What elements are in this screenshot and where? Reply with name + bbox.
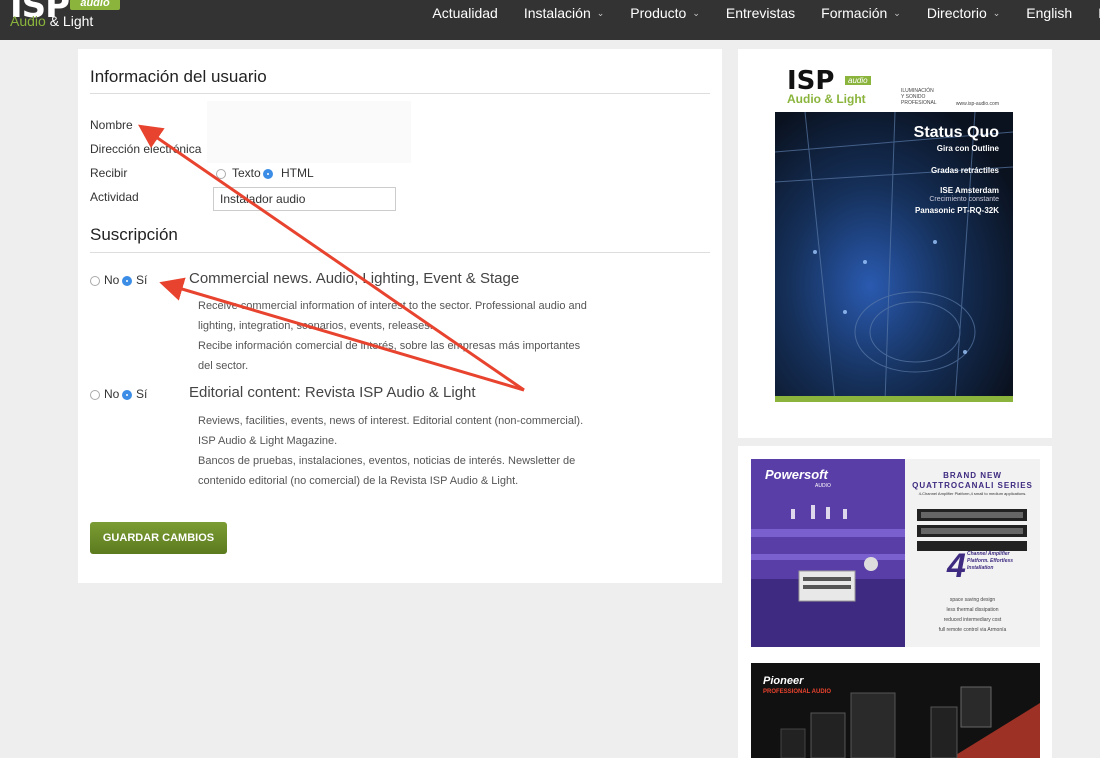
divider bbox=[90, 252, 710, 253]
logo-subtitle: Audio & Light bbox=[10, 13, 94, 29]
commercial-yes-radio[interactable] bbox=[122, 276, 132, 286]
user-info-title: Información del usuario bbox=[90, 67, 267, 86]
format-text-label: Texto bbox=[232, 166, 261, 180]
site-logo[interactable]: ISP audio Audio & Light bbox=[8, 0, 120, 36]
nav-item-entrevistas[interactable]: Entrevistas bbox=[726, 5, 795, 21]
top-navbar: ISP audio Audio & Light Actualidad Instal… bbox=[0, 0, 1100, 40]
name-email-masked-area[interactable] bbox=[207, 101, 411, 163]
format-html-label: HTML bbox=[281, 166, 314, 180]
email-label: Dirección electrónica bbox=[90, 142, 202, 156]
editorial-content-title: Editorial content: Revista ISP Audio & L… bbox=[189, 384, 476, 401]
editorial-no-radio[interactable] bbox=[90, 390, 100, 400]
editorial-content-description: Reviews, facilities, events, news of int… bbox=[198, 415, 584, 487]
cover-photo bbox=[775, 112, 1013, 402]
pioneer-ad[interactable]: Pioneer PROFESSIONAL AUDIO bbox=[751, 663, 1040, 758]
activity-input[interactable] bbox=[213, 187, 396, 211]
no-label: No bbox=[104, 387, 120, 401]
nav-item-producto[interactable]: Producto ⌄ bbox=[630, 5, 700, 21]
divider bbox=[90, 93, 710, 94]
activity-label: Actividad bbox=[90, 190, 139, 204]
main-menu: Actualidad Instalación ⌄ Producto ⌄ Entrevist… bbox=[406, 0, 1100, 26]
chevron-down-icon: ⌄ bbox=[596, 7, 605, 18]
feature-list: space saving design less thermal dissipa… bbox=[938, 597, 1007, 633]
yes-label: Sí bbox=[136, 387, 148, 401]
nav-item-instalaci-n[interactable]: Instalación ⌄ bbox=[524, 5, 604, 21]
format-text-radio[interactable] bbox=[216, 169, 226, 179]
commercial-news-title: Commercial news. Audio, Lighting, Event … bbox=[189, 270, 520, 287]
cover-headline: Status Quo bbox=[913, 124, 999, 141]
bar-illustration bbox=[751, 505, 905, 647]
amplifier-rack-graphic bbox=[917, 509, 1027, 551]
commercial-no-radio[interactable] bbox=[90, 276, 100, 286]
chevron-down-icon: ⌄ bbox=[692, 7, 700, 18]
commercial-news-description: Receive commercial information of intere… bbox=[198, 300, 587, 372]
cover-header: ISP audio Audio & Light ILUMINACIÓN Y SON… bbox=[775, 66, 1013, 112]
chevron-down-icon: ⌄ bbox=[893, 7, 901, 18]
no-label: No bbox=[104, 273, 120, 287]
chevron-down-icon: ⌄ bbox=[992, 7, 1001, 18]
name-label: Nombre bbox=[90, 118, 133, 132]
magazine-cover[interactable]: ISP audio Audio & Light ILUMINACIÓN Y SON… bbox=[775, 66, 1013, 402]
nav-item-english[interactable]: English bbox=[1026, 5, 1072, 21]
receive-label: Recibir bbox=[90, 166, 128, 180]
yes-label: Sí bbox=[136, 273, 148, 287]
nav-item-formaci-n[interactable]: Formación ⌄ bbox=[821, 5, 901, 21]
logo-tag: audio bbox=[70, 0, 120, 10]
powersoft-ad[interactable]: Powersoft AUDIO BRAND NEW QUATTROCANALI … bbox=[751, 459, 1040, 647]
stage-lights-graphic bbox=[775, 112, 1013, 402]
save-changes-button[interactable]: GUARDAR CAMBIOS bbox=[90, 522, 227, 554]
nav-item-actualidad[interactable]: Actualidad bbox=[432, 5, 497, 21]
subscription-title: Suscripción bbox=[90, 225, 178, 244]
format-html-radio[interactable] bbox=[263, 169, 273, 179]
editorial-yes-radio[interactable] bbox=[122, 390, 132, 400]
nav-item-directorio[interactable]: Directorio ⌄ bbox=[927, 5, 1000, 21]
speakers-graphic bbox=[780, 686, 1040, 758]
